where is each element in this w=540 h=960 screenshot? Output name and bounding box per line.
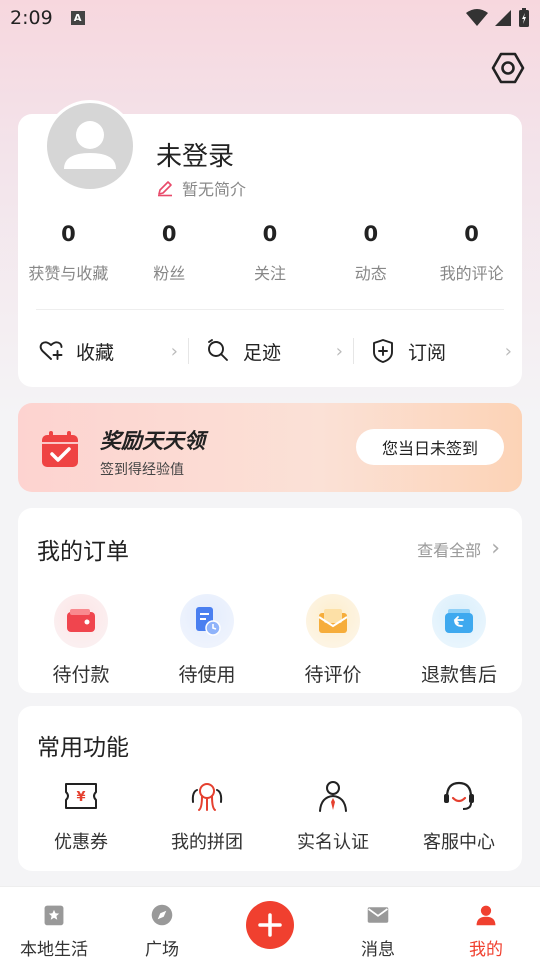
view-all-orders-link[interactable]: 查看全部 › bbox=[417, 536, 500, 561]
stat-value: 0 bbox=[161, 222, 177, 246]
favorites-link[interactable]: 收藏 › bbox=[18, 326, 188, 376]
verify-identity-icon bbox=[313, 776, 353, 816]
coupon-icon: ¥ bbox=[61, 776, 101, 816]
heart-plus-icon bbox=[39, 341, 63, 360]
order-pending-payment[interactable]: 待付款 bbox=[18, 594, 144, 687]
order-label: 待付款 bbox=[52, 664, 110, 686]
notification-a-icon: A bbox=[70, 11, 85, 25]
local-life-icon bbox=[44, 905, 64, 926]
stat-likes[interactable]: 0 获赞与收藏 bbox=[18, 220, 119, 284]
wifi-icon bbox=[466, 9, 488, 26]
message-icon bbox=[367, 907, 389, 923]
svg-text:¥: ¥ bbox=[76, 790, 85, 805]
profile-icon bbox=[476, 905, 496, 926]
stat-value: 0 bbox=[464, 222, 479, 246]
login-status-title[interactable]: 未登录 bbox=[156, 136, 234, 173]
function-label: 优惠券 bbox=[54, 832, 108, 853]
stats-row: 0 获赞与收藏 0 粉丝 0 关注 0 动态 0 我的评论 bbox=[18, 220, 522, 284]
wallet-icon bbox=[54, 594, 108, 648]
view-all-label: 查看全部 bbox=[417, 540, 482, 560]
stat-comments[interactable]: 0 我的评论 bbox=[421, 220, 522, 284]
chevron-right-icon: › bbox=[335, 340, 343, 362]
orders-title: 我的订单 bbox=[37, 539, 129, 565]
function-group-buy[interactable]: 我的拼团 bbox=[144, 776, 270, 854]
customer-service-icon bbox=[439, 776, 479, 816]
function-verify[interactable]: 实名认证 bbox=[270, 776, 396, 854]
functions-title: 常用功能 bbox=[37, 735, 129, 761]
order-to-review[interactable]: 待评价 bbox=[270, 594, 396, 687]
order-to-use[interactable]: 待使用 bbox=[144, 594, 270, 687]
stat-label: 动态 bbox=[354, 264, 387, 283]
signal-icon bbox=[495, 10, 511, 26]
intro-text: 暂无简介 bbox=[182, 180, 247, 199]
function-customer-service[interactable]: 客服中心 bbox=[396, 776, 522, 854]
footprint-icon bbox=[208, 339, 228, 361]
add-icon bbox=[246, 901, 294, 949]
checkin-button[interactable]: 您当日未签到 bbox=[356, 429, 504, 465]
orders-card: 我的订单 查看全部 › 待付款 待使用 待评价 退款售后 bbox=[18, 508, 522, 693]
stat-label: 获赞与收藏 bbox=[28, 264, 109, 283]
refund-icon bbox=[432, 594, 486, 648]
chevron-right-icon: › bbox=[170, 340, 178, 362]
divider bbox=[36, 309, 504, 310]
footprint-link[interactable]: 足迹 › bbox=[189, 326, 353, 376]
mail-icon bbox=[306, 594, 360, 648]
tab-add[interactable] bbox=[216, 887, 324, 960]
bottom-tab-bar: 本地生活 广场 消息 我的 bbox=[0, 886, 540, 960]
stat-posts[interactable]: 0 动态 bbox=[320, 220, 421, 284]
profile-intro[interactable]: 暂无简介 bbox=[156, 176, 246, 200]
quick-label: 订阅 bbox=[408, 341, 447, 364]
tab-label: 广场 bbox=[145, 940, 179, 960]
stat-label: 粉丝 bbox=[153, 264, 186, 283]
stat-value: 0 bbox=[61, 222, 76, 246]
stat-fans[interactable]: 0 粉丝 bbox=[119, 220, 220, 284]
tab-mine[interactable]: 我的 bbox=[432, 887, 540, 960]
order-label: 待评价 bbox=[304, 664, 362, 686]
tab-label: 我的 bbox=[469, 940, 503, 960]
stat-label: 关注 bbox=[253, 264, 286, 283]
function-label: 实名认证 bbox=[297, 832, 369, 853]
profile-card: 未登录 暂无简介 0 获赞与收藏 0 粉丝 0 关注 0 动态 0 我的评论 收… bbox=[18, 100, 522, 387]
status-bar: 2:09 A bbox=[0, 0, 540, 36]
ticket-clock-icon bbox=[180, 594, 234, 648]
avatar[interactable] bbox=[44, 100, 136, 192]
settings-button[interactable] bbox=[490, 50, 526, 86]
chevron-right-icon: › bbox=[491, 536, 500, 561]
group-buy-icon bbox=[187, 776, 227, 816]
edit-pen-icon bbox=[158, 181, 172, 197]
chevron-right-icon: › bbox=[504, 340, 512, 362]
function-coupon[interactable]: ¥ 优惠券 bbox=[18, 776, 144, 854]
default-avatar-icon bbox=[64, 121, 116, 169]
status-time: 2:09 bbox=[10, 7, 53, 29]
stat-value: 0 bbox=[262, 222, 278, 246]
common-functions-card: 常用功能 ¥ 优惠券 我的拼团 实名认证 客服中心 bbox=[18, 706, 522, 871]
tab-square[interactable]: 广场 bbox=[108, 887, 216, 960]
quick-label: 足迹 bbox=[243, 341, 282, 364]
settings-hex-icon bbox=[491, 52, 525, 84]
functions-grid: ¥ 优惠券 我的拼团 实名认证 客服中心 bbox=[18, 776, 522, 854]
battery-icon bbox=[519, 8, 529, 27]
compass-icon bbox=[151, 904, 173, 926]
order-refund[interactable]: 退款售后 bbox=[396, 594, 522, 687]
reward-banner[interactable]: 奖励天天领 签到得经验值 您当日未签到 bbox=[18, 403, 522, 492]
subscribe-icon bbox=[373, 339, 393, 363]
tab-messages[interactable]: 消息 bbox=[324, 887, 432, 960]
function-label: 客服中心 bbox=[423, 832, 495, 853]
stat-label: 我的评论 bbox=[439, 264, 504, 283]
order-label: 退款售后 bbox=[420, 664, 497, 686]
tab-label: 本地生活 bbox=[20, 940, 88, 960]
reward-title: 奖励天天领 bbox=[100, 429, 205, 453]
subscribe-link[interactable]: 订阅 › bbox=[354, 326, 522, 376]
orders-grid: 待付款 待使用 待评价 退款售后 bbox=[18, 594, 522, 687]
stat-following[interactable]: 0 关注 bbox=[220, 220, 321, 284]
tab-label: 消息 bbox=[361, 940, 395, 960]
function-label: 我的拼团 bbox=[171, 832, 243, 853]
quick-label: 收藏 bbox=[76, 341, 115, 364]
order-label: 待使用 bbox=[178, 664, 236, 686]
quick-links-row: 收藏 › 足迹 › 订阅 › bbox=[18, 326, 522, 376]
tab-local-life[interactable]: 本地生活 bbox=[0, 887, 108, 960]
calendar-check-icon bbox=[42, 431, 78, 467]
stat-value: 0 bbox=[363, 222, 379, 246]
reward-subtitle: 签到得经验值 bbox=[100, 462, 184, 478]
